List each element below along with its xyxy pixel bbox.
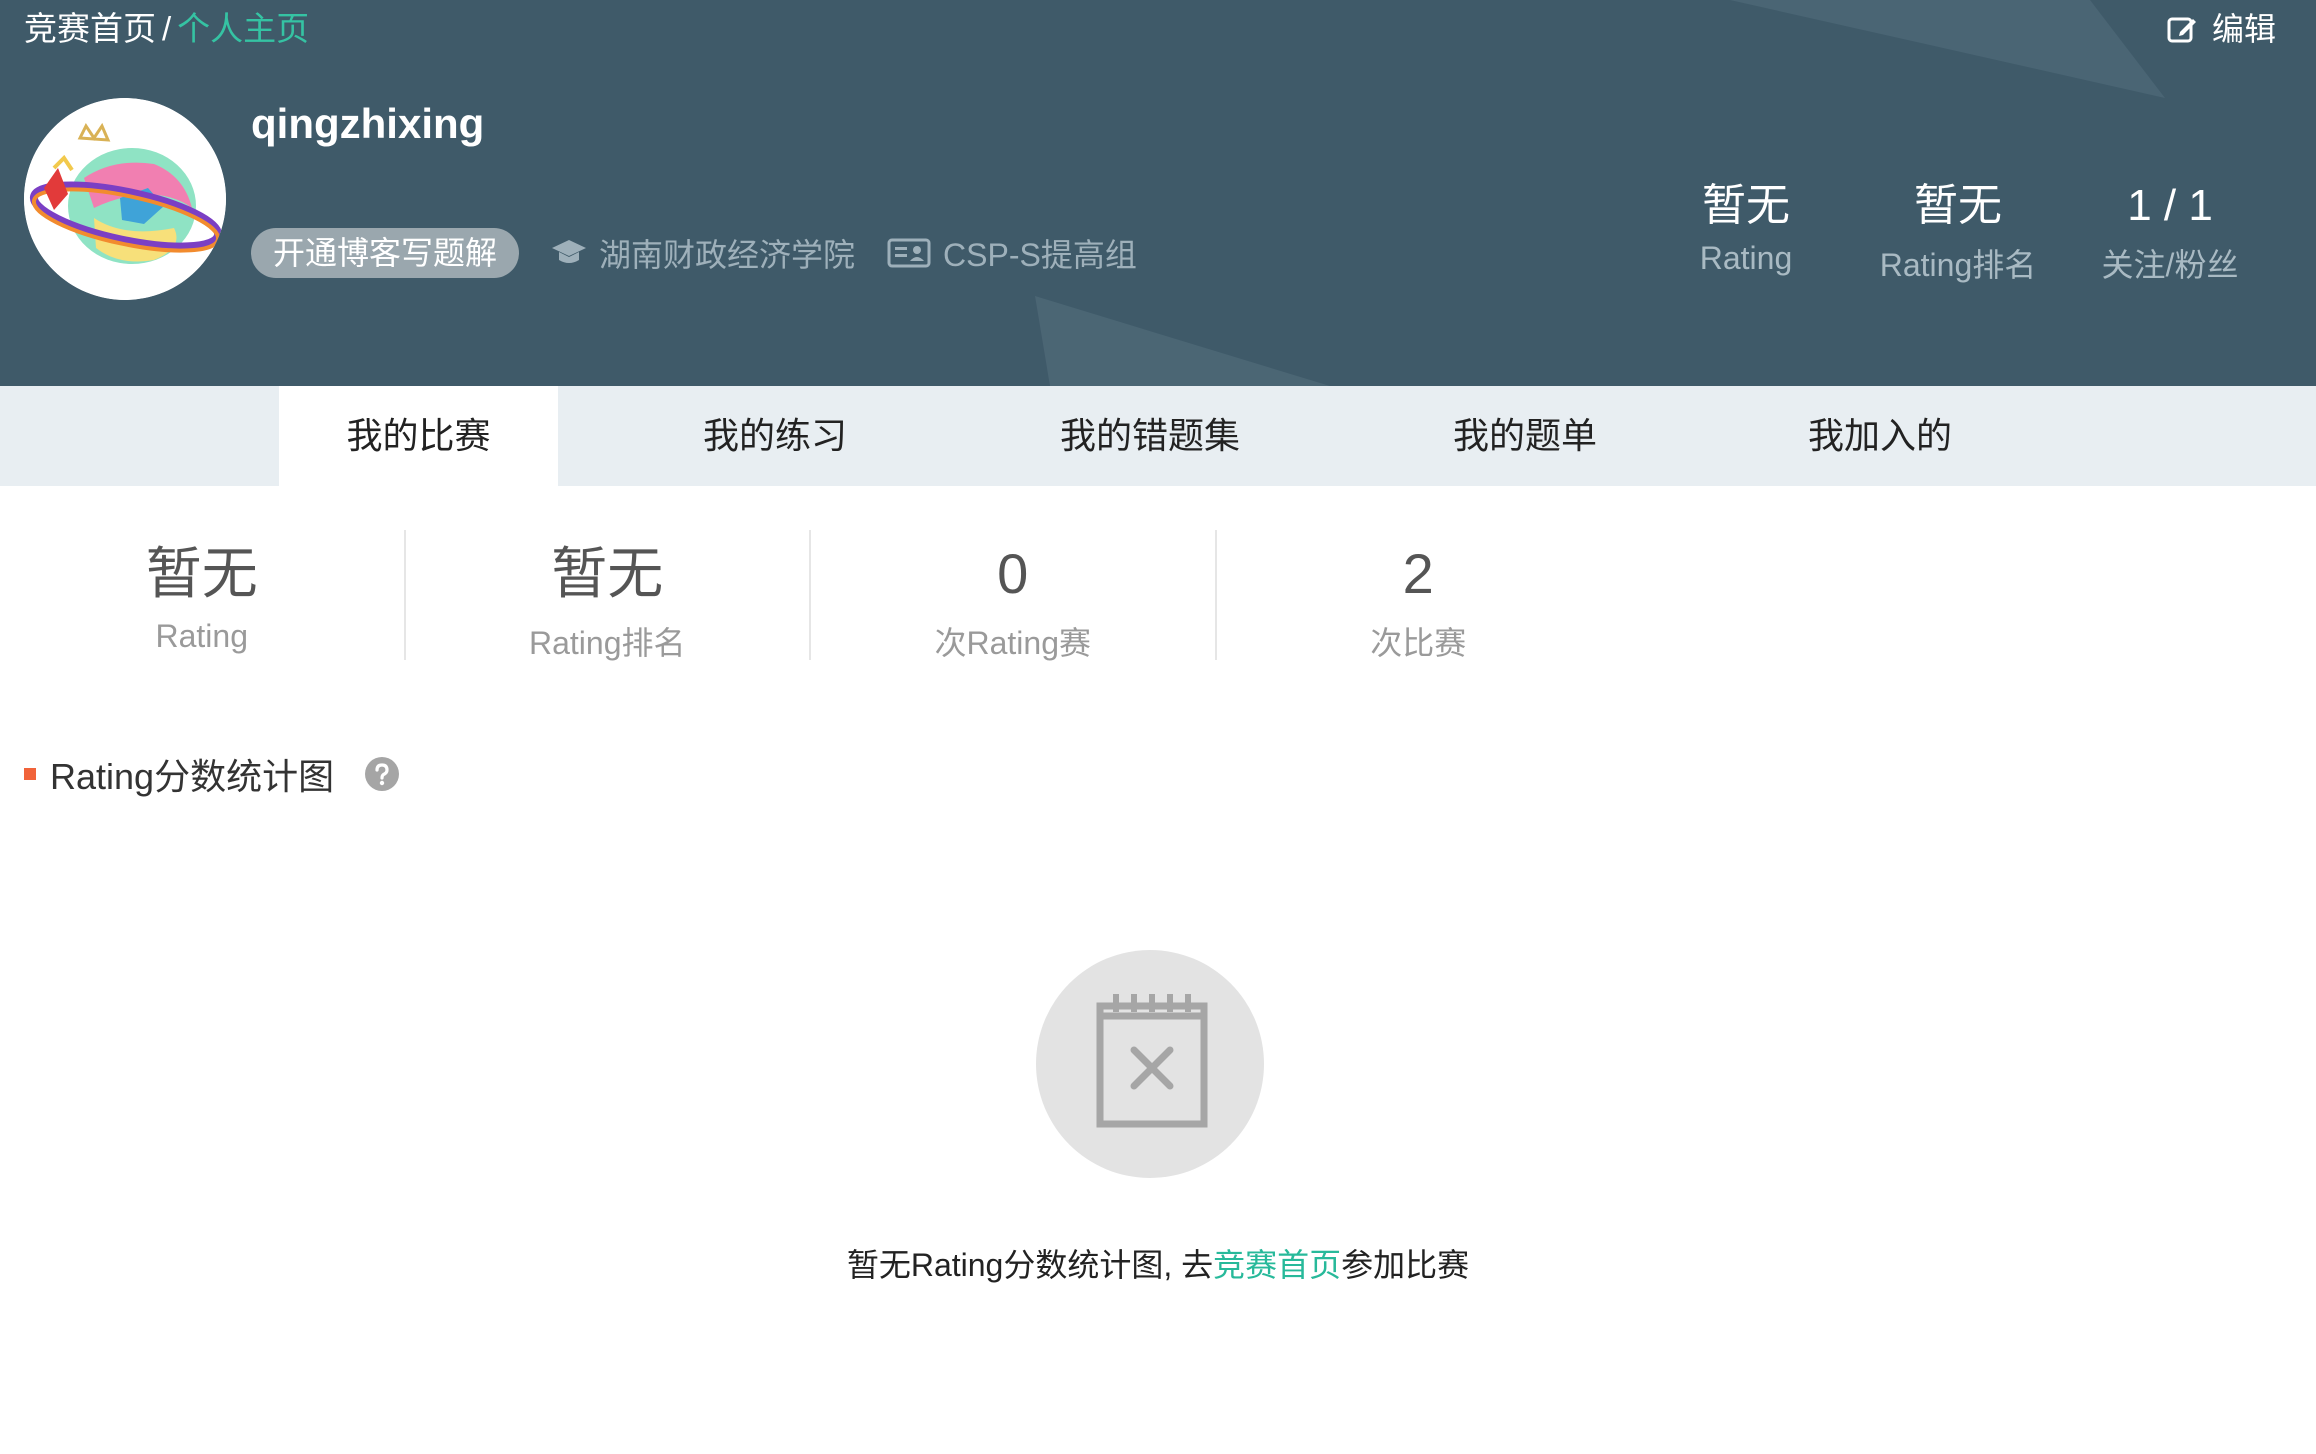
- open-blog-button[interactable]: 开通博客写题解: [251, 228, 520, 278]
- stat-contests: 2 次比赛: [1214, 530, 1621, 661]
- header-stat-label: 关注/粉丝: [2101, 247, 2239, 283]
- planet-avatar-image: [24, 98, 226, 300]
- edit-icon: [2167, 17, 2196, 43]
- stat-label: Rating排名: [528, 625, 686, 661]
- empty-suffix: 参加比赛: [1341, 1247, 1470, 1283]
- tab-my-contests[interactable]: 我的比赛: [279, 386, 558, 486]
- section-marker: [24, 768, 36, 780]
- graduation-cap-icon: [552, 240, 587, 263]
- profile-tabs: 我的比赛 我的练习 我的错题集 我的题单 我加入的: [0, 386, 2316, 486]
- group-name: CSP-S提高组: [943, 237, 1137, 273]
- empty-prefix: 暂无Rating分数统计图, 去: [846, 1247, 1214, 1283]
- header-stat-value: 暂无: [1914, 181, 2002, 230]
- profile-header: 竞赛首页 / 个人主页 编辑 qingzhixing 开通博客写题解 湖南财政经…: [0, 0, 2316, 386]
- username: qingzhixing: [251, 100, 485, 147]
- rating-chart-heading: Rating分数统计图: [24, 748, 400, 800]
- stat-value: 0: [997, 542, 1029, 605]
- school-name: 湖南财政经济学院: [599, 237, 856, 273]
- tab-joined[interactable]: 我加入的: [1745, 386, 2015, 486]
- profile-info-row: 开通博客写题解 湖南财政经济学院 CSP-S提高组: [251, 228, 1137, 278]
- stat-value: 暂无: [145, 542, 258, 605]
- stat-label: 次比赛: [1370, 625, 1467, 661]
- stat-label: 次Rating赛: [934, 625, 1091, 661]
- header-stat-label: Rating: [1699, 240, 1793, 276]
- profile-page: 竞赛首页 / 个人主页 编辑 qingzhixing 开通博客写题解 湖南财政经…: [0, 0, 2316, 1454]
- breadcrumb-current[interactable]: 个人主页: [177, 10, 309, 47]
- school-info: 湖南财政经济学院: [551, 230, 855, 276]
- tab-my-mistakes[interactable]: 我的错题集: [1010, 386, 1290, 486]
- stat-rating-contests: 0 次Rating赛: [809, 530, 1215, 661]
- rating-chart-title: Rating分数统计图: [50, 756, 335, 797]
- tab-my-problem-lists[interactable]: 我的题单: [1390, 386, 1660, 486]
- stat-label: Rating: [155, 618, 249, 654]
- header-stat-rating: 暂无 Rating: [1640, 178, 1852, 286]
- group-info: CSP-S提高组: [887, 230, 1137, 276]
- header-stat-label: Rating排名: [1879, 247, 2037, 283]
- header-stat-value: 1 / 1: [2127, 181, 2213, 230]
- header-stat-value: 暂无: [1702, 181, 1790, 230]
- contest-home-link[interactable]: 竞赛首页: [1213, 1247, 1341, 1283]
- avatar[interactable]: [24, 98, 226, 300]
- help-icon[interactable]: [364, 756, 400, 792]
- header-stat-rank: 暂无 Rating排名: [1852, 178, 2064, 286]
- edit-label: 编辑: [2211, 11, 2276, 47]
- stat-rating-rank: 暂无 Rating排名: [403, 530, 810, 661]
- stat-value: 2: [1402, 542, 1434, 605]
- breadcrumb-separator: /: [162, 10, 172, 47]
- breadcrumb-home-link[interactable]: 竞赛首页: [24, 10, 156, 47]
- empty-state-message: 暂无Rating分数统计图, 去竞赛首页参加比赛: [0, 1240, 2316, 1286]
- stat-rating: 暂无 Rating: [0, 530, 404, 660]
- stat-value: 暂无: [551, 542, 664, 605]
- contest-stats: 暂无 Rating 暂无 Rating排名 0 次Rating赛 2 次比赛: [0, 530, 1621, 661]
- id-card-icon: [887, 238, 931, 268]
- tab-my-practice[interactable]: 我的练习: [640, 386, 910, 486]
- header-stat-follow[interactable]: 1 / 1 关注/粉丝: [2064, 178, 2276, 286]
- header-stats: 暂无 Rating 暂无 Rating排名 1 / 1 关注/粉丝: [1640, 178, 2276, 286]
- empty-notepad-icon: [1036, 950, 1264, 1178]
- breadcrumb: 竞赛首页 / 个人主页: [24, 8, 309, 50]
- edit-button[interactable]: 编辑: [2166, 8, 2276, 50]
